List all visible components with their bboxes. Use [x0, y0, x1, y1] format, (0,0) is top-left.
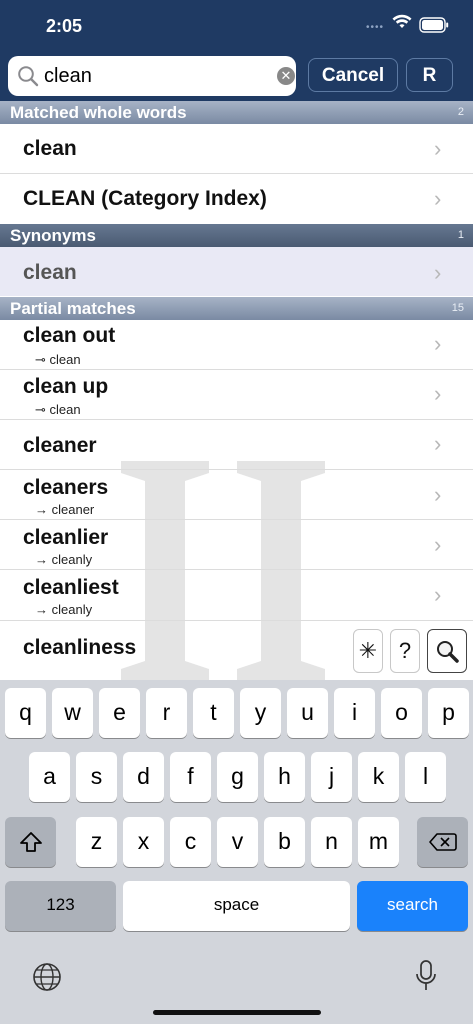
- result-subtext: → cleanly: [35, 602, 93, 617]
- key-b[interactable]: b: [264, 817, 305, 867]
- home-indicator: [153, 1010, 321, 1015]
- key-l[interactable]: l: [405, 752, 446, 802]
- result-word: clean up: [23, 375, 109, 398]
- result-subtext: ⊸ clean: [35, 402, 81, 417]
- search-input[interactable]: [44, 61, 264, 91]
- keyboard: q w e r t y u i o p a s d f g h j k l z …: [0, 680, 473, 1024]
- result-word: cleaners: [23, 476, 109, 499]
- result-word: clean: [23, 261, 77, 284]
- key-z[interactable]: z: [76, 817, 117, 867]
- result-word: cleaner: [23, 434, 97, 457]
- backspace-key[interactable]: [417, 817, 468, 867]
- key-n[interactable]: n: [311, 817, 352, 867]
- key-r[interactable]: r: [146, 688, 187, 738]
- status-time: 2:05: [46, 16, 83, 36]
- microphone-icon[interactable]: [414, 959, 438, 993]
- section-header-whole-words: Matched whole words 2: [0, 101, 473, 124]
- key-p[interactable]: p: [428, 688, 469, 738]
- key-m[interactable]: m: [358, 817, 399, 867]
- key-t[interactable]: t: [193, 688, 234, 738]
- key-d[interactable]: d: [123, 752, 164, 802]
- result-row[interactable]: cleaners → cleaner ›: [0, 470, 473, 520]
- result-word: clean out: [23, 324, 116, 347]
- result-row[interactable]: clean ›: [0, 124, 473, 174]
- result-subtext: → cleaner: [35, 502, 95, 517]
- status-bar: 2:05 ••••: [0, 0, 473, 54]
- section-header-partial-matches: Partial matches 15: [0, 297, 473, 320]
- search-mode-button[interactable]: [427, 629, 467, 673]
- key-h[interactable]: h: [264, 752, 305, 802]
- space-key[interactable]: space: [123, 881, 350, 931]
- key-g[interactable]: g: [217, 752, 258, 802]
- search-key[interactable]: search: [357, 881, 468, 931]
- result-word: CLEAN (Category Index): [23, 187, 267, 210]
- key-w[interactable]: w: [52, 688, 93, 738]
- search-mode-toolbar: ✳ ?: [350, 623, 473, 680]
- key-q[interactable]: q: [5, 688, 46, 738]
- battery-icon: [419, 17, 449, 33]
- section-count: 15: [451, 302, 464, 314]
- chevron-right-icon: ›: [434, 482, 442, 507]
- signal-icon: ••••: [366, 22, 385, 33]
- chevron-right-icon: ›: [434, 381, 442, 406]
- key-j[interactable]: j: [311, 752, 352, 802]
- key-o[interactable]: o: [381, 688, 422, 738]
- search-field[interactable]: ✕: [8, 56, 296, 96]
- key-c[interactable]: c: [170, 817, 211, 867]
- numbers-key[interactable]: 123: [5, 881, 116, 931]
- chevron-right-icon: ›: [434, 260, 442, 285]
- key-x[interactable]: x: [123, 817, 164, 867]
- wifi-icon: [392, 14, 412, 28]
- chevron-right-icon: ›: [434, 582, 442, 607]
- key-s[interactable]: s: [76, 752, 117, 802]
- key-f[interactable]: f: [170, 752, 211, 802]
- globe-icon[interactable]: [32, 962, 62, 992]
- section-title: Partial matches: [10, 299, 136, 318]
- r-button[interactable]: R: [406, 58, 453, 92]
- result-row[interactable]: cleanliest → cleanly ›: [0, 570, 473, 621]
- key-v[interactable]: v: [217, 817, 258, 867]
- chevron-right-icon: ›: [434, 331, 442, 356]
- search-bar: ✕ Cancel R: [0, 54, 473, 101]
- result-row[interactable]: cleanlier → cleanly ›: [0, 520, 473, 570]
- chevron-right-icon: ›: [434, 186, 442, 211]
- search-icon: [18, 66, 39, 87]
- search-icon: [437, 641, 459, 663]
- clear-icon[interactable]: ✕: [277, 67, 295, 85]
- synonym-row[interactable]: clean ›: [0, 247, 473, 296]
- section-title: Matched whole words: [10, 103, 187, 122]
- section-count: 2: [457, 106, 464, 118]
- chevron-right-icon: ›: [434, 136, 442, 161]
- result-subtext: ⊸ clean: [35, 352, 81, 367]
- result-word: cleanliness: [23, 636, 137, 659]
- result-word: cleanlier: [23, 526, 109, 549]
- result-word: clean: [23, 137, 77, 160]
- key-a[interactable]: a: [29, 752, 70, 802]
- result-row[interactable]: CLEAN (Category Index) ›: [0, 174, 473, 222]
- result-word: cleanliest: [23, 576, 119, 599]
- shift-key[interactable]: [5, 817, 56, 867]
- shift-icon: [19, 832, 42, 852]
- wildcard-button[interactable]: ✳: [353, 629, 383, 673]
- section-title: Synonyms: [10, 226, 96, 245]
- key-y[interactable]: y: [240, 688, 281, 738]
- key-k[interactable]: k: [358, 752, 399, 802]
- section-header-synonyms: Synonyms 1: [0, 224, 473, 247]
- chevron-right-icon: ›: [434, 431, 442, 456]
- backspace-icon: [428, 833, 457, 851]
- result-row[interactable]: clean up ⊸ clean ›: [0, 370, 473, 420]
- result-row[interactable]: cleaner ›: [0, 420, 473, 470]
- chevron-right-icon: ›: [434, 532, 442, 557]
- section-count: 1: [457, 229, 464, 241]
- cancel-button[interactable]: Cancel: [308, 58, 398, 92]
- key-i[interactable]: i: [334, 688, 375, 738]
- key-e[interactable]: e: [99, 688, 140, 738]
- result-subtext: → cleanly: [35, 552, 93, 567]
- question-button[interactable]: ?: [390, 629, 420, 673]
- result-row[interactable]: clean out ⊸ clean ›: [0, 320, 473, 370]
- key-u[interactable]: u: [287, 688, 328, 738]
